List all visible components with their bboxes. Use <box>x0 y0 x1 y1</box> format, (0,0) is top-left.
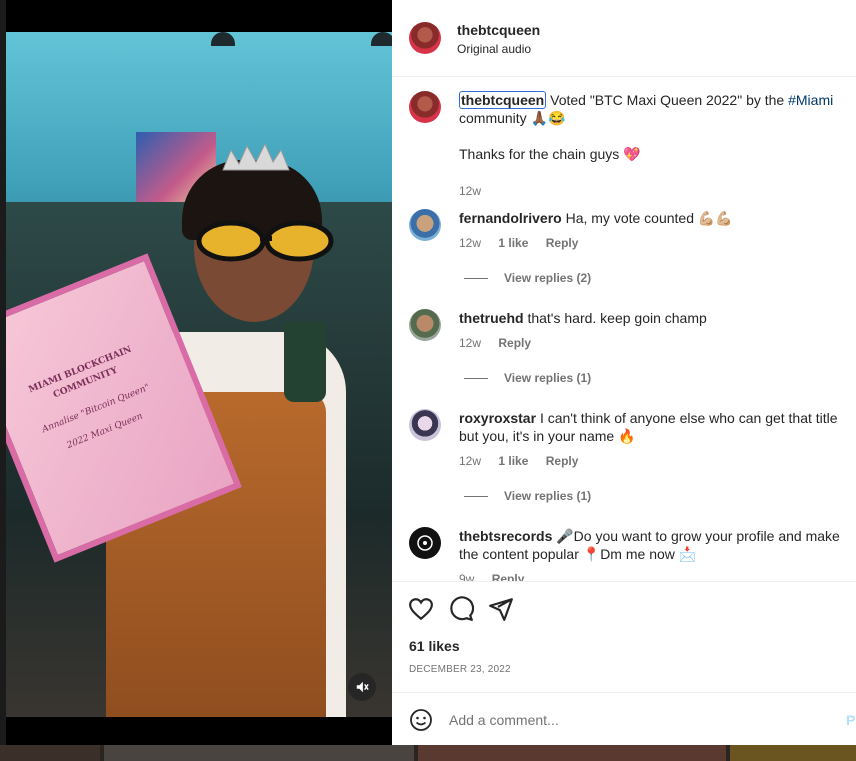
comment-time[interactable]: 9w <box>459 572 474 581</box>
header-username[interactable]: thebtcqueen <box>457 22 540 38</box>
comment-username[interactable]: thebtsrecords <box>459 528 552 544</box>
likes-count[interactable]: 61 likes <box>409 638 460 654</box>
reply-button[interactable]: Reply <box>492 572 525 581</box>
mute-icon <box>356 681 369 693</box>
caption-avatar[interactable] <box>409 91 441 123</box>
comment-input[interactable]: Add a comment... <box>449 712 559 728</box>
comment-time[interactable]: 12w <box>459 454 481 468</box>
background-strip <box>0 745 856 761</box>
mute-button[interactable] <box>348 673 376 701</box>
caption-username[interactable]: thebtcqueen <box>459 91 547 109</box>
record-logo-icon <box>417 535 433 551</box>
reply-button[interactable]: Reply <box>498 336 531 350</box>
post-media[interactable]: MIAMI BLOCKCHAIN COMMUNITY Annalise "Bit… <box>6 0 392 745</box>
comment-icon[interactable] <box>448 596 474 622</box>
hashtag-link[interactable]: #Miami <box>788 92 833 108</box>
commenter-avatar[interactable] <box>409 527 441 559</box>
comment-time[interactable]: 12w <box>459 336 481 350</box>
comment-likes[interactable]: 1 like <box>498 236 528 250</box>
caption-time: 12w <box>459 184 482 198</box>
emoji-icon[interactable] <box>409 708 433 732</box>
post-header: thebtcqueen Original audio <box>392 0 856 77</box>
reply-button[interactable]: Reply <box>546 454 579 468</box>
comments-list[interactable]: thebtcqueen Voted "BTC Maxi Queen 2022" … <box>392 77 856 581</box>
view-replies-label: View replies (1) <box>504 371 592 385</box>
caption-text-before: Voted "BTC Maxi Queen 2022" by the <box>546 92 789 108</box>
post-date: DECEMBER 23, 2022 <box>409 664 511 675</box>
commenter-avatar[interactable] <box>409 209 441 241</box>
comment-username[interactable]: fernandolrivero <box>459 210 562 226</box>
comment-text: Ha, my vote counted 💪🏼💪🏼 <box>565 210 733 226</box>
comment-likes[interactable]: 1 like <box>498 454 528 468</box>
commenter-avatar[interactable] <box>409 309 441 341</box>
caption-line2: Thanks for the chain guys 💖 <box>459 146 641 162</box>
heart-icon[interactable] <box>408 596 434 622</box>
sunglasses <box>196 220 334 262</box>
cup <box>284 322 326 402</box>
view-replies-button[interactable]: View replies (1) <box>464 371 591 385</box>
comment-text: that's hard. keep goin champ <box>527 310 707 326</box>
post-photo: MIAMI BLOCKCHAIN COMMUNITY Annalise "Bit… <box>6 32 392 717</box>
post-details-panel: thebtcqueen Original audio thebtcqueen V… <box>392 0 856 745</box>
view-replies-button[interactable]: View replies (2) <box>464 271 591 285</box>
tiara <box>222 142 290 171</box>
comment-time[interactable]: 12w <box>459 236 481 250</box>
reply-button[interactable]: Reply <box>546 236 579 250</box>
caption-text-after: community 🙏🏾😂 <box>459 110 566 126</box>
owner-avatar[interactable] <box>409 22 441 54</box>
audio-label[interactable]: Original audio <box>457 42 531 56</box>
commenter-avatar[interactable] <box>409 409 441 441</box>
add-comment-bar: Add a comment... Post <box>392 692 856 746</box>
post-comment-button[interactable]: Post <box>846 712 856 728</box>
share-icon[interactable] <box>488 596 514 622</box>
comment-username[interactable]: thetruehd <box>459 310 524 326</box>
view-replies-button[interactable]: View replies (1) <box>464 489 591 503</box>
view-replies-label: View replies (1) <box>504 489 592 503</box>
view-replies-label: View replies (2) <box>504 271 592 285</box>
comment-username[interactable]: roxyroxstar <box>459 410 536 426</box>
